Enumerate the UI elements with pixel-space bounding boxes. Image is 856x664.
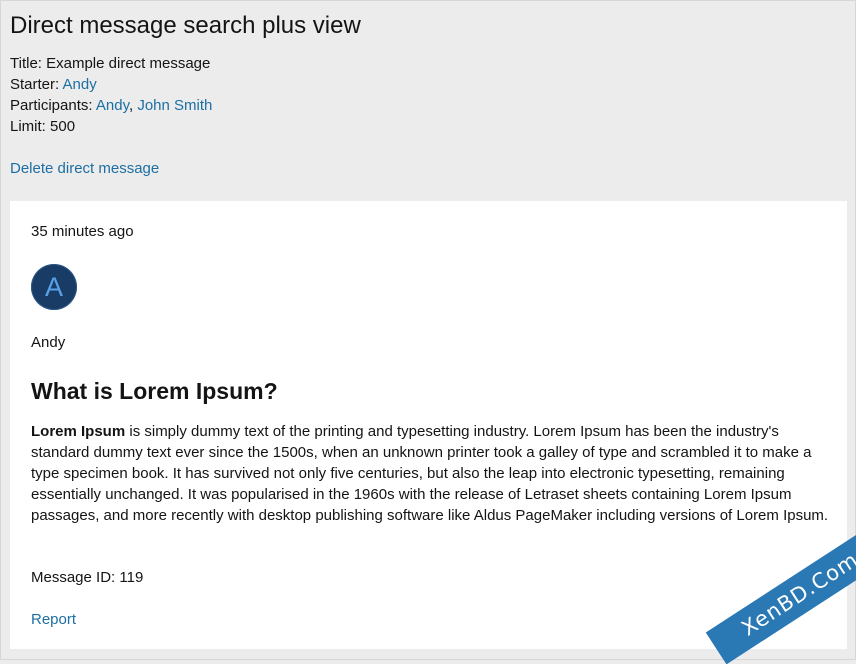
- message-id-row: Message ID: 119: [31, 567, 143, 588]
- page-frame: Direct message search plus view Title: E…: [0, 0, 856, 660]
- delete-direct-message-link[interactable]: Delete direct message: [10, 158, 159, 179]
- participant-link-andy[interactable]: Andy: [96, 97, 129, 114]
- participants-separator: ,: [128, 97, 134, 114]
- avatar-letter: A: [44, 271, 63, 302]
- meta-limit-value: 500: [50, 118, 76, 135]
- conversation-meta: Title: Example direct message Starter: A…: [10, 53, 212, 137]
- message-body-bold: Lorem Ipsum: [31, 423, 126, 440]
- meta-participants-label: Participants:: [10, 97, 93, 114]
- participant-link-john-smith[interactable]: John Smith: [137, 97, 212, 114]
- meta-starter-row: Starter: Andy: [10, 74, 212, 95]
- avatar[interactable]: A: [31, 264, 77, 310]
- page-title: Direct message search plus view: [10, 12, 361, 39]
- message-id-value: 119: [119, 569, 144, 586]
- message-card: 35 minutes ago A Andy What is Lorem Ipsu…: [10, 201, 847, 649]
- meta-participants-row: Participants: Andy, John Smith: [10, 95, 212, 116]
- message-body-text: is simply dummy text of the printing and…: [31, 423, 829, 524]
- message-id-label: Message ID:: [31, 569, 116, 586]
- meta-limit-label: Limit:: [10, 118, 46, 135]
- message-timestamp: 35 minutes ago: [31, 223, 134, 240]
- meta-starter-label: Starter:: [10, 76, 60, 93]
- meta-title-row: Title: Example direct message: [10, 53, 212, 74]
- message-body: Lorem Ipsum is simply dummy text of the …: [31, 421, 831, 526]
- starter-user-link[interactable]: Andy: [63, 76, 97, 93]
- report-link[interactable]: Report: [31, 609, 76, 630]
- message-heading: What is Lorem Ipsum?: [31, 378, 278, 404]
- meta-title-value: Example direct message: [46, 55, 211, 72]
- meta-title-label: Title:: [10, 55, 42, 72]
- meta-limit-row: Limit: 500: [10, 116, 212, 137]
- message-author: Andy: [31, 334, 66, 351]
